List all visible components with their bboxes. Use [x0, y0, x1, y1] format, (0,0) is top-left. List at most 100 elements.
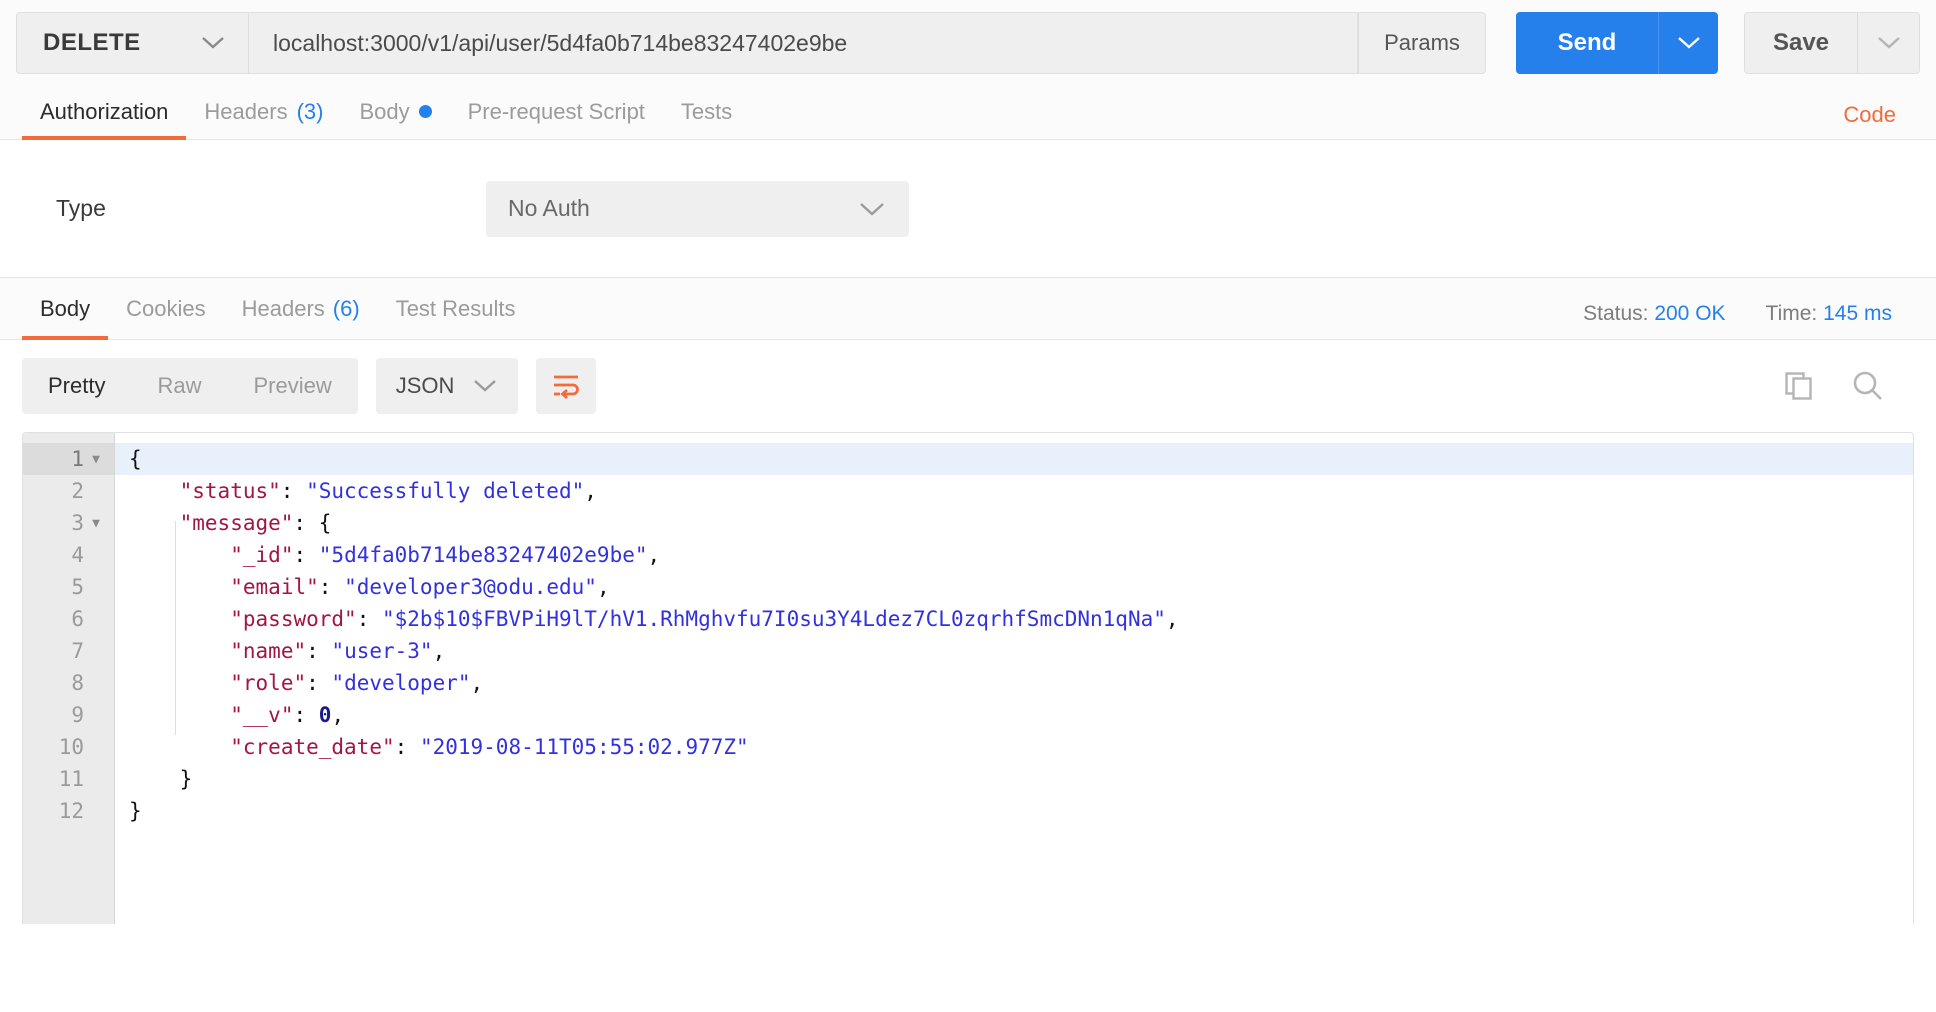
status-badge: Status: 200 OK	[1583, 302, 1725, 326]
tab-pre-request-script[interactable]: Pre-request Script	[450, 84, 663, 139]
save-options-button[interactable]	[1857, 13, 1919, 73]
resp-tab-test-results[interactable]: Test Results	[378, 278, 534, 339]
code-line[interactable]: "create_date": "2019-08-11T05:55:02.977Z…	[115, 731, 1913, 763]
line-number: 6	[71, 607, 84, 631]
fold-toggle-icon[interactable]: ▼	[88, 516, 104, 531]
send-label: Send	[1557, 29, 1617, 56]
view-pretty-label: Pretty	[48, 373, 106, 398]
save-button[interactable]: Save	[1745, 13, 1857, 73]
view-pretty-button[interactable]: Pretty	[22, 358, 131, 414]
view-preview-label: Preview	[253, 373, 332, 398]
line-number: 10	[58, 735, 84, 759]
auth-type-label: Type	[56, 195, 106, 221]
code-line[interactable]: "__v": 0,	[115, 699, 1913, 731]
editor-gutter: 1▼2▼3▼4▼5▼6▼7▼8▼9▼10▼11▼12▼	[23, 433, 115, 924]
line-number: 12	[58, 799, 84, 823]
tab-pre-request-script-label: Pre-request Script	[467, 98, 645, 124]
code-line[interactable]: "message": {	[115, 507, 1913, 539]
gutter-line: 3 ▼	[23, 507, 114, 539]
send-options-button[interactable]	[1658, 12, 1718, 74]
resp-tab-body-label: Body	[40, 295, 91, 321]
gutter-line: 4▼	[23, 539, 114, 571]
line-number: 3	[71, 511, 84, 535]
tab-tests-label: Tests	[680, 98, 733, 124]
body-format-dropdown[interactable]: JSON	[375, 358, 519, 414]
line-number: 5	[71, 575, 84, 599]
resp-tab-cookies-label: Cookies	[126, 295, 206, 321]
body-view-switcher: Pretty Raw Preview	[22, 358, 358, 414]
chevron-down-icon	[1876, 35, 1902, 51]
code-line[interactable]: "name": "user-3",	[115, 635, 1913, 667]
code-link[interactable]: Code	[1843, 102, 1914, 128]
code-line[interactable]: }	[115, 763, 1913, 795]
search-icon[interactable]	[1850, 368, 1886, 404]
fold-toggle-icon[interactable]: ▼	[88, 452, 104, 467]
auth-type-dropdown[interactable]: No Auth	[486, 180, 909, 237]
copy-icon[interactable]	[1782, 369, 1816, 403]
chevron-down-icon	[472, 378, 498, 394]
response-body-editor[interactable]: 1▼2▼3▼4▼5▼6▼7▼8▼9▼10▼11▼12▼ { "status": …	[22, 432, 1914, 924]
url-value: localhost:3000/v1/api/user/5d4fa0b714be8…	[273, 29, 848, 56]
line-number: 2	[71, 479, 84, 503]
code-line[interactable]: "_id": "5d4fa0b714be83247402e9be",	[115, 539, 1913, 571]
tab-body-label: Body	[359, 98, 410, 124]
tab-authorization[interactable]: Authorization	[22, 84, 187, 140]
status-value: 200 OK	[1654, 302, 1726, 325]
tab-headers[interactable]: Headers (3)	[186, 84, 341, 139]
save-label: Save	[1772, 29, 1830, 56]
http-method-label: DELETE	[43, 29, 141, 56]
send-button-group: Send	[1516, 12, 1718, 74]
code-line[interactable]: "status": "Successfully deleted",	[115, 475, 1913, 507]
request-url-bar: DELETE localhost:3000/v1/api/user/5d4fa0…	[0, 0, 1936, 84]
gutter-line: 8▼	[23, 667, 114, 699]
line-number: 9	[71, 703, 84, 727]
time-label: Time:	[1765, 302, 1818, 325]
resp-tab-body[interactable]: Body	[22, 278, 109, 340]
resp-tab-cookies[interactable]: Cookies	[108, 278, 223, 339]
body-modified-dot-icon	[418, 105, 432, 118]
time-badge: Time: 145 ms	[1766, 302, 1892, 326]
chevron-down-icon	[857, 200, 887, 218]
tab-headers-count: (3)	[296, 98, 324, 124]
word-wrap-icon	[551, 373, 581, 399]
params-button[interactable]: Params	[1358, 12, 1486, 74]
send-button[interactable]: Send	[1516, 12, 1658, 74]
gutter-line: 5▼	[23, 571, 114, 603]
params-label: Params	[1384, 30, 1460, 55]
gutter-line: 1 ▼	[23, 443, 114, 475]
authorization-panel: Type No Auth	[0, 140, 1936, 278]
tab-tests[interactable]: Tests	[663, 84, 750, 139]
editor-code-area[interactable]: { "status": "Successfully deleted", "mes…	[115, 433, 1913, 924]
line-number: 8	[71, 671, 84, 695]
code-line[interactable]: {	[115, 443, 1913, 475]
gutter-line: 6▼	[23, 603, 114, 635]
time-value: 145 ms	[1823, 302, 1892, 325]
code-line[interactable]: "email": "developer3@odu.edu",	[115, 571, 1913, 603]
url-input[interactable]: localhost:3000/v1/api/user/5d4fa0b714be8…	[248, 12, 1358, 74]
view-preview-button[interactable]: Preview	[227, 358, 357, 414]
tab-body[interactable]: Body	[341, 84, 449, 139]
gutter-line: 2▼	[23, 475, 114, 507]
line-number: 4	[71, 543, 84, 567]
code-line[interactable]: "password": "$2b$10$FBVPiH9lT/hV1.RhMghv…	[115, 603, 1913, 635]
line-number: 7	[71, 639, 84, 663]
line-number: 1	[71, 447, 84, 471]
save-button-group: Save	[1744, 12, 1920, 74]
request-tabs: Authorization Headers (3) Body Pre-reque…	[0, 84, 1936, 140]
resp-tab-headers[interactable]: Headers (6)	[224, 278, 378, 339]
auth-type-value: No Auth	[508, 195, 590, 221]
resp-tab-test-results-label: Test Results	[395, 295, 516, 321]
indent-guide	[175, 521, 176, 735]
tab-headers-label: Headers	[204, 98, 288, 124]
resp-tab-headers-count: (6)	[332, 295, 360, 321]
word-wrap-button[interactable]	[536, 358, 597, 414]
view-raw-label: Raw	[157, 373, 202, 398]
code-line[interactable]: }	[115, 795, 1913, 827]
code-line[interactable]: "role": "developer",	[115, 667, 1913, 699]
status-label: Status:	[1583, 302, 1649, 325]
chevron-down-icon	[200, 35, 226, 51]
view-raw-button[interactable]: Raw	[131, 358, 227, 414]
response-meta: Status: 200 OK Time: 145 ms	[1583, 302, 1914, 326]
gutter-line: 9▼	[23, 699, 114, 731]
http-method-dropdown[interactable]: DELETE	[16, 12, 248, 74]
